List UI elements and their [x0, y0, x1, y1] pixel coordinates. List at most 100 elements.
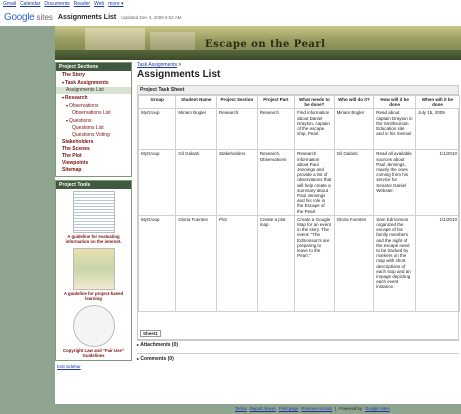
project-tools-box: Project Tools A guideline for evaluating… [55, 180, 132, 361]
banner-ground [55, 50, 461, 60]
task-table: Group Student Name Project Section Proje… [137, 94, 461, 312]
col-header: What needs to be done? [294, 94, 335, 110]
gbar-gmail[interactable]: Gmail [3, 1, 16, 7]
table-cell[interactable]: MyGroup [137, 214, 177, 312]
expand-arrow-icon[interactable]: ▸ [137, 356, 139, 361]
tool-copyright-law[interactable]: Copyright Law and "Fair Use" Guidelines [56, 303, 131, 360]
comments-section[interactable]: ▸ Comments (0) [137, 353, 459, 362]
footer-separator: | [335, 406, 337, 411]
sidebar-item-research[interactable]: ▾Research [56, 94, 131, 102]
sidebar-item-task-assignments[interactable]: ▾Task Assignments [56, 79, 131, 87]
table-cell[interactable]: Research [216, 108, 258, 151]
table-cell[interactable]: Create a Google Map for an event in the … [294, 214, 335, 312]
gbar-documents[interactable]: Documents [44, 1, 69, 7]
table-cell[interactable]: July 15, 2009 [414, 108, 461, 151]
table-cell[interactable]: Gloria Fuentes [333, 214, 375, 312]
sheet-tab[interactable]: Sheet1 [140, 330, 161, 337]
updated-timestamp: Updated Dec 4, 2009 6:52 AM [121, 14, 182, 20]
sidebar-item-the-plot[interactable]: The Plot [56, 153, 131, 160]
footer-terms[interactable]: Terms [235, 406, 247, 411]
table-cell[interactable]: Miriam Bogler [175, 108, 218, 151]
sidebar-item-stakeholders[interactable]: Stakeholders [56, 139, 131, 146]
sidebar-item-sitemap[interactable]: Sitemap [56, 167, 131, 174]
sidebar-item-label: Assignments List [66, 87, 104, 93]
sidebar-item-label: Observations List [72, 110, 111, 116]
sidebar: Project Sections The Story ▾Task Assignm… [55, 62, 132, 370]
table-cell[interactable]: MyGroup [137, 149, 177, 216]
sidebar-item-label: Questions List [72, 125, 104, 131]
google-bar: Gmail Calendar Documents Reader Web more… [0, 0, 461, 8]
breadcrumb-task-assignments[interactable]: Task Assignments [137, 62, 177, 68]
table-cell[interactable]: Find information about Daniel Drayton, c… [294, 108, 335, 151]
gbar-more[interactable]: more ▾ [108, 1, 123, 7]
sidebar-item-questions-voting[interactable]: Questions Voting [56, 132, 131, 139]
table-cell[interactable]: MyGroup [137, 108, 177, 151]
spreadsheet-embed[interactable]: Project Task Sheet Group Student Name Pr… [137, 85, 461, 341]
main-content: Task Assignments > Assignments List Proj… [137, 62, 461, 341]
col-header: Project Section [216, 94, 258, 110]
sidebar-item-observations[interactable]: ▾Observations [56, 102, 131, 110]
sidebar-item-assignments-list[interactable]: Assignments List [56, 87, 131, 94]
table-cell[interactable]: Gloria Fuentes [175, 214, 218, 312]
google-sites-logo[interactable]: Google [4, 12, 35, 23]
table-cell[interactable]: Read all available sources about Paul Je… [373, 149, 416, 216]
evaluating-guide-thumbnail[interactable] [72, 191, 115, 233]
table-cell[interactable]: Sam Edmonson organized the escape of his… [373, 214, 416, 312]
attachments-label[interactable]: Attachments (0) [140, 342, 178, 348]
tool-caption[interactable]: Copyright Law and "Fair Use" Guidelines [59, 348, 128, 358]
sidebar-item-label: The Story [62, 72, 86, 78]
pbl-guide-thumbnail[interactable] [72, 248, 115, 290]
table-cell[interactable]: Create a plot map [256, 214, 296, 312]
table-cell[interactable]: Gil Galanti [333, 149, 375, 216]
page-container: Escape on the Pearl Project Sections The… [55, 26, 461, 404]
table-cell[interactable]: Stakeholders [216, 149, 258, 216]
expand-triangle-icon[interactable]: ▾ [66, 118, 68, 123]
banner-title: Escape on the Pearl [205, 39, 326, 50]
sidebar-item-the-scenes[interactable]: The Scenes [56, 146, 131, 153]
col-header: When will it be done [414, 94, 461, 110]
sidebar-item-questions-list[interactable]: Questions List [56, 125, 131, 132]
sidebar-item-viewpoints[interactable]: Viewpoints [56, 160, 131, 167]
sidebar-item-questions[interactable]: ▾Questions [56, 117, 131, 125]
col-header: Student Name [175, 94, 218, 110]
expand-triangle-icon[interactable]: ▾ [62, 80, 64, 85]
table-cell[interactable]: Gil Galanti [175, 149, 218, 216]
sidebar-item-observations-list[interactable]: Observations List [56, 110, 131, 117]
copyright-guide-thumbnail[interactable] [72, 305, 115, 347]
footer-print-page[interactable]: Print page [279, 406, 299, 411]
table-cell[interactable]: 1/1/2010 [414, 214, 461, 312]
site-banner[interactable]: Escape on the Pearl [55, 26, 461, 60]
breadcrumb-separator: > [178, 62, 182, 68]
table-row: MyGroup Gil Galanti Stakeholders Researc… [137, 149, 461, 216]
table-cell[interactable]: Research, Observations [256, 149, 296, 216]
edit-sidebar-link[interactable]: Edit sidebar [55, 364, 81, 369]
footer-report-abuse[interactable]: Report Abuse [250, 406, 276, 411]
comments-label[interactable]: Comments (0) [140, 356, 173, 362]
sidebar-item-the-story[interactable]: The Story [56, 72, 131, 79]
tool-caption[interactable]: A guideline for project-based learning [59, 291, 128, 301]
page-title: Assignments List [137, 69, 221, 80]
gbar-reader[interactable]: Reader [74, 1, 90, 7]
gbar-web[interactable]: Web [94, 1, 104, 7]
sidebar-item-label: Stakeholders [62, 139, 94, 145]
table-row: MyGroup Miriam Bogler Research Research … [137, 108, 461, 151]
attachments-section[interactable]: ▸ Attachments (0) [137, 339, 459, 348]
project-sections-title: Project Sections [56, 63, 131, 71]
col-header: Project Part [256, 94, 296, 110]
table-cell[interactable]: 1/1/2010 [414, 149, 461, 216]
gbar-calendar[interactable]: Calendar [20, 1, 40, 7]
tool-caption[interactable]: A guideline for evaluating information o… [59, 234, 128, 244]
expand-arrow-icon[interactable]: ▸ [137, 342, 139, 347]
footer-remove-access[interactable]: Remove Access [301, 406, 332, 411]
tool-evaluating-info[interactable]: A guideline for evaluating information o… [56, 189, 131, 246]
expand-triangle-icon[interactable]: ▾ [66, 103, 68, 108]
table-cell[interactable]: Plot [216, 214, 258, 312]
footer: Terms Report Abuse Print page Remove Acc… [235, 406, 390, 411]
table-cell[interactable]: Research information about Paul Jennings… [294, 149, 335, 216]
table-cell[interactable]: Miriam Bogler [333, 108, 375, 151]
tool-project-based-learning[interactable]: A guideline for project-based learning [56, 246, 131, 303]
table-cell[interactable]: Research [256, 108, 296, 151]
footer-google-sites[interactable]: Google Sites [365, 406, 390, 411]
table-cell[interactable]: Read about captain Drayton in the Smiths… [373, 108, 416, 151]
expand-triangle-icon[interactable]: ▾ [62, 95, 64, 100]
